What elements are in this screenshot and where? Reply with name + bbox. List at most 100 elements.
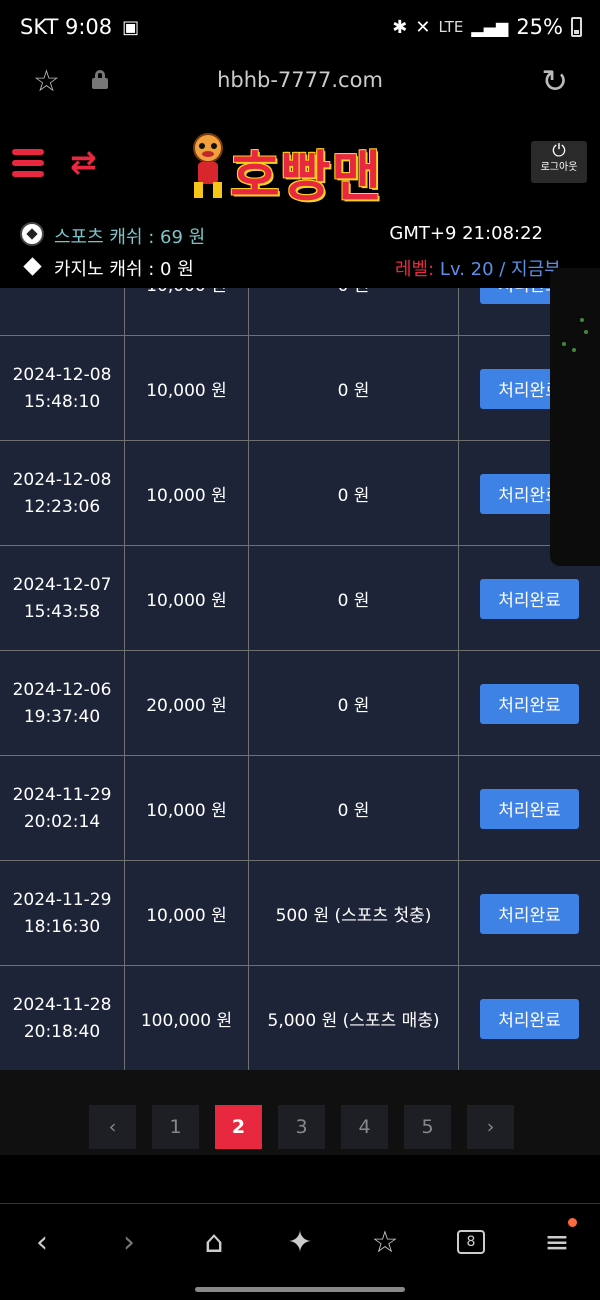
level-value: Lv. 20 / 지금부	[439, 259, 561, 280]
gallery-notification-icon: ▣	[122, 16, 140, 38]
date-cell: 2024-11-29 18:16:30	[0, 861, 125, 966]
status-cell: 처리완료	[459, 651, 600, 756]
battery-icon	[571, 17, 582, 37]
pagination-page-4[interactable]: 4	[341, 1105, 388, 1149]
diamond-icon	[23, 257, 42, 276]
time-text: 15:48:10	[23, 391, 101, 412]
tab-count: 8	[457, 1230, 485, 1254]
status-done-button[interactable]: 처리완료	[480, 578, 579, 619]
status-right: ✱ ✕ LTE ▂▄▆ 25%	[392, 15, 582, 39]
tabs-button[interactable]: 8	[447, 1218, 495, 1266]
date-cell: 2024-12-08 15:48:10	[0, 336, 125, 441]
amount-cell: 10,000 원	[125, 288, 249, 336]
date-cell: 2024-11-29 20:02:14	[0, 756, 125, 861]
carrier-time: SKT 9:08	[20, 15, 113, 39]
time-text: 19:37:40	[23, 706, 101, 727]
table-row: 2024-11-28 20:18:40 100,000 원 5,000 원 (스포츠 …	[0, 966, 600, 1070]
server-clock: GMT+9 21:08:22	[389, 223, 543, 244]
battery-percent: 25%	[516, 15, 563, 39]
date-cell: 2024-12-08 12:23:06	[0, 441, 125, 546]
time-text: 18:16:30	[23, 916, 101, 937]
info-row-sports: 스포츠 캐쉬 : 69 원 GMT+9 21:08:22	[20, 222, 580, 250]
pagination-next-button[interactable]: ›	[467, 1105, 514, 1149]
table-row: 2024-12-07 15:43:58 10,000 원0 원 처리완료	[0, 546, 600, 651]
logout-label: 로그아웃	[540, 162, 578, 173]
notification-dot	[568, 1218, 577, 1227]
footer-gap	[0, 1155, 600, 1203]
panel-dot	[584, 330, 588, 334]
status-done-button[interactable]: 처리완료	[480, 788, 579, 829]
pagination-page-3[interactable]: 3	[278, 1105, 325, 1149]
table-row: 2024-12-08 12:23:06 10,000 원0 원 처리완료	[0, 441, 600, 546]
pagination-area: ‹ 1 2 3 4 5 ›	[0, 1070, 600, 1155]
sports-cash: 스포츠 캐쉬 : 69 원	[54, 227, 206, 248]
menu-icon[interactable]: ≡	[533, 1218, 581, 1266]
bonus-cell: 0 원	[249, 651, 459, 756]
amount-cell: 10,000 원	[125, 756, 249, 861]
bonus-cell: 0 원	[249, 546, 459, 651]
mute-icon: ✕	[415, 16, 431, 38]
time-text: 15:43:58	[23, 601, 101, 622]
table-row: 2024-12-06 19:37:40 20,000 원0 원 처리완료	[0, 651, 600, 756]
date-cell: 00:20:31	[0, 288, 125, 336]
soccer-ball-icon	[20, 222, 44, 246]
browser-url-bar: ☆ hbhb-7777.com ↻	[0, 58, 600, 118]
pagination-page-1[interactable]: 1	[152, 1105, 199, 1149]
bookmarks-icon[interactable]: ☆	[361, 1218, 409, 1266]
home-indicator[interactable]	[195, 1287, 405, 1292]
side-overlay-panel[interactable]	[550, 268, 600, 566]
amount-cell: 100,000 원	[125, 966, 249, 1070]
time-text: 20:02:14	[23, 811, 101, 832]
browser-bottom-nav: ‹ › ⌂ ✦ ☆ 8 ≡	[0, 1203, 600, 1300]
status-cell: 처리완료	[459, 966, 600, 1070]
info-row-casino: 카지노 캐쉬 : 0 원 레벨: Lv. 20 / 지금부	[20, 254, 600, 282]
level-label: 레벨:	[395, 259, 435, 280]
amount-cell: 10,000 원	[125, 336, 249, 441]
table-row: 2024-11-29 18:16:30 10,000 원 500 원 (스포츠 첫충)…	[0, 861, 600, 966]
site-logo[interactable]: 호빵맨	[186, 128, 420, 208]
status-cell: 처리완료	[459, 756, 600, 861]
site-header: ⇄ 호빵맨 ⏻ 로그아웃 스포츠 캐쉬 : 69 원 GMT+9 21:08:2…	[0, 118, 600, 288]
panel-dot	[580, 318, 584, 322]
hamburger-menu-icon[interactable]	[12, 149, 44, 179]
bonus-cell: 5,000 원 (스포츠 매충)	[249, 966, 459, 1070]
history-table-body: 00:20:3110,000 원0 원처리완료2024-12-0815:48:1…	[0, 288, 600, 1070]
time-text: 12:23:06	[23, 496, 101, 517]
bonus-cell: 500 원 (스포츠 첫충)	[249, 861, 459, 966]
network-type: LTE	[438, 18, 464, 36]
sparkle-icon[interactable]: ✦	[276, 1218, 324, 1266]
casino-cash: 카지노 캐쉬 : 0 원	[54, 259, 194, 280]
pagination-page-5[interactable]: 5	[404, 1105, 451, 1149]
power-icon: ⏻	[552, 141, 566, 161]
date-text: 2024-12-06	[12, 679, 112, 700]
status-bar: SKT 9:08 ▣ ✱ ✕ LTE ▂▄▆ 25%	[0, 0, 600, 58]
table-row: 2024-11-29 20:02:14 10,000 원0 원 처리완료	[0, 756, 600, 861]
forward-icon[interactable]: ›	[105, 1218, 153, 1266]
time-text: 00:20:31	[24, 288, 100, 297]
url-text[interactable]: hbhb-7777.com	[0, 68, 600, 92]
status-done-button[interactable]: 처리완료	[480, 893, 579, 934]
status-done-button[interactable]: 처리완료	[480, 683, 579, 724]
status-done-button[interactable]: 처리완료	[480, 998, 579, 1039]
panel-dot	[562, 342, 566, 346]
time-text: 20:18:40	[23, 1021, 101, 1042]
pagination-prev-button[interactable]: ‹	[89, 1105, 136, 1149]
back-icon[interactable]: ‹	[18, 1218, 66, 1266]
logout-button[interactable]: ⏻ 로그아웃	[531, 141, 587, 183]
date-cell: 2024-11-28 20:18:40	[0, 966, 125, 1070]
pagination-page-2[interactable]: 2	[215, 1105, 262, 1149]
home-icon[interactable]: ⌂	[190, 1218, 238, 1266]
amount-cell: 10,000 원	[125, 546, 249, 651]
pagination: ‹ 1 2 3 4 5 ›	[89, 1105, 514, 1149]
refresh-icon[interactable]: ⇄	[70, 143, 97, 181]
bluetooth-icon: ✱	[392, 16, 408, 38]
bonus-cell: 0 원	[249, 336, 459, 441]
date-cell: 2024-12-06 19:37:40	[0, 651, 125, 756]
bonus-cell: 0 원	[249, 288, 459, 336]
logo-text: 호빵맨	[230, 145, 383, 208]
reload-icon[interactable]: ↻	[541, 62, 568, 100]
amount-cell: 10,000 원	[125, 441, 249, 546]
panel-dot	[572, 348, 576, 352]
date-text: 2024-12-08	[12, 364, 112, 385]
table-row: 2024-12-08 15:48:10 10,000 원0 원 처리완료	[0, 336, 600, 441]
